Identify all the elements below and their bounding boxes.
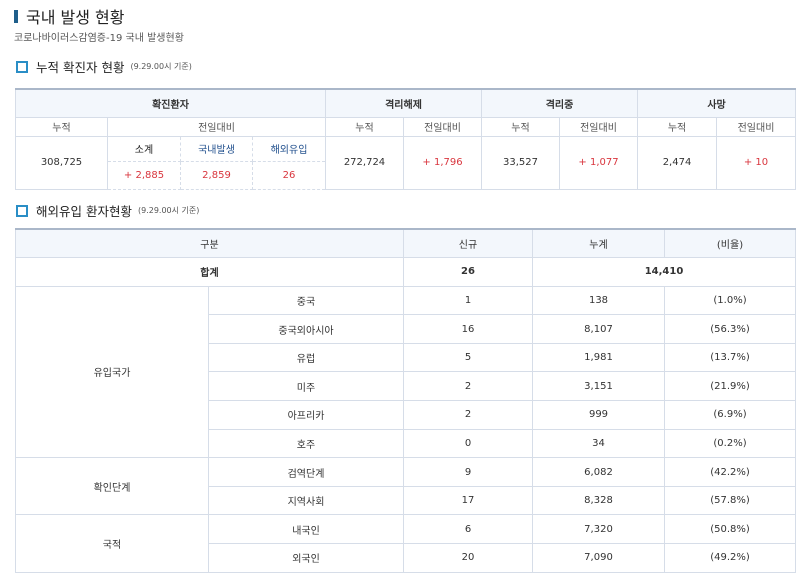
cum-label: 누적 (637, 116, 718, 137)
row-name: 외국인 (208, 543, 404, 573)
row-new: 20 (403, 543, 533, 573)
isolated-cum: 33,527 (481, 135, 560, 190)
row-cum: 1,981 (532, 342, 665, 373)
header-confirmed: 확진환자 (15, 88, 326, 118)
total-new: 26 (403, 257, 533, 287)
change-label: 전일대비 (716, 116, 797, 137)
section-note: (9.29.00시 기준) (137, 206, 200, 215)
imported-label: 해외유입 (252, 135, 326, 162)
header-released: 격리해제 (325, 88, 482, 118)
row-name: 지역사회 (208, 485, 404, 516)
section-cumulative-title: 누적 확진자 현황 (9.29.00시 기준) (16, 57, 192, 76)
row-new: 0 (403, 428, 533, 459)
square-icon (16, 60, 28, 73)
row-new: 2 (403, 400, 533, 430)
row-name: 유럽 (208, 342, 404, 373)
row-new: 16 (403, 314, 533, 344)
row-new: 1 (403, 285, 533, 316)
confirmed-domestic: 2,859 (180, 160, 253, 190)
row-new: 9 (403, 457, 533, 487)
imported-table: 구분 신규 누계 (비율) 합계 26 14,410 유입국가 중국 1 138 (1.0%) 중국… (15, 228, 796, 573)
section-note: (9.29.00시 기준) (130, 62, 192, 71)
header-ratio: (비율) (664, 228, 796, 259)
row-cum: 6,082 (532, 457, 665, 487)
row-ratio: (50.8%) (664, 514, 796, 545)
row-name: 호주 (208, 428, 404, 459)
table-row: 국적 내국인 6 7,320 (50.8%) (15, 514, 796, 573)
row-ratio: (1.0%) (664, 285, 796, 316)
row-new: 6 (403, 514, 533, 545)
section-imported-title: 해외유입 환자현황 (9.29.00시 기준) (16, 201, 199, 220)
header-new: 신규 (403, 228, 533, 259)
page-subtitle: 코로나바이러스감염증-19 국내 발생현황 (14, 33, 184, 44)
group-label: 유입국가 (15, 285, 209, 459)
header-cum: 누계 (532, 228, 665, 259)
row-cum: 7,320 (532, 514, 665, 545)
cum-label: 누적 (325, 116, 404, 137)
row-ratio: (6.9%) (664, 400, 796, 430)
row-new: 2 (403, 371, 533, 402)
domestic-label: 국내발생 (180, 135, 253, 162)
group-label: 국적 (15, 514, 209, 573)
square-icon (16, 204, 28, 217)
row-name: 아프리카 (208, 400, 404, 430)
confirmed-subtotal: + 2,885 (107, 160, 181, 190)
released-change: + 1,796 (403, 135, 482, 190)
title-bar-icon (14, 9, 18, 23)
page-title-text: 국내 발생 현황 (26, 8, 125, 27)
row-cum: 8,328 (532, 485, 665, 516)
row-ratio: (56.3%) (664, 314, 796, 344)
isolated-change: + 1,077 (558, 135, 639, 190)
change-label: 전일대비 (558, 116, 639, 137)
row-cum: 138 (532, 285, 665, 316)
change-label: 전일대비 (107, 116, 326, 137)
row-ratio: (13.7%) (664, 342, 796, 373)
row-cum: 3,151 (532, 371, 665, 402)
row-ratio: (0.2%) (664, 428, 796, 459)
row-name: 중국외아시아 (208, 314, 404, 344)
cum-label: 누적 (15, 116, 108, 137)
row-ratio: (57.8%) (664, 485, 796, 516)
section-title: 누적 확진자 현황 (36, 60, 125, 75)
deaths-cum: 2,474 (637, 135, 718, 190)
row-name: 내국인 (208, 514, 404, 545)
row-name: 중국 (208, 285, 404, 316)
row-ratio: (21.9%) (664, 371, 796, 402)
row-cum: 7,090 (532, 543, 665, 573)
subtotal-label: 소계 (107, 135, 181, 162)
row-name: 검역단계 (208, 457, 404, 487)
cum-label: 누적 (481, 116, 560, 137)
header-isolated: 격리중 (480, 88, 639, 118)
total-cum: 14,410 (532, 257, 796, 287)
row-new: 17 (403, 485, 533, 516)
row-cum: 8,107 (532, 314, 665, 344)
header-deaths: 사망 (637, 88, 797, 118)
row-cum: 999 (532, 400, 665, 430)
header-category: 구분 (15, 228, 404, 259)
change-label: 전일대비 (403, 116, 482, 137)
total-label: 합계 (15, 257, 404, 287)
row-cum: 34 (532, 428, 665, 459)
table-row: 확인단계 검역단계 9 6,082 (42.2%) (15, 457, 796, 516)
row-ratio: (49.2%) (664, 543, 796, 573)
table-row: 유입국가 중국 1 138 (1.0%) (15, 285, 796, 459)
section-title: 해외유입 환자현황 (36, 204, 132, 219)
group-label: 확인단계 (15, 457, 209, 516)
cumulative-table: 확진환자 격리해제 격리중 사망 누적 전일대비 누적 전일대비 누적 전일대비 누적 전일대비 3… (15, 88, 797, 190)
deaths-change: + 10 (716, 135, 797, 190)
confirmed-imported: 26 (252, 160, 326, 190)
confirmed-cum: 308,725 (15, 135, 108, 190)
page-title: 국내 발생 현황 (14, 4, 125, 28)
row-ratio: (42.2%) (664, 457, 796, 487)
row-new: 5 (403, 342, 533, 373)
released-cum: 272,724 (325, 135, 404, 190)
row-name: 미주 (208, 371, 404, 402)
